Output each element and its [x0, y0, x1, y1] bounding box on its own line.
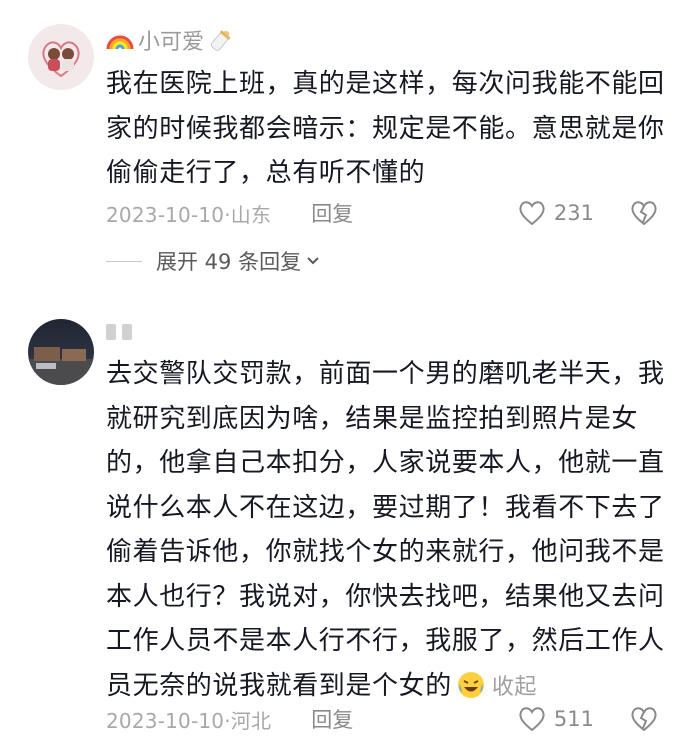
comment-text: 去交警队交罚款，前面一个男的磨叽老半天，我就研究到底因为啥，结果是监控拍到照片是…: [106, 359, 665, 701]
chevron-down-icon: [307, 257, 319, 265]
reply-button[interactable]: 回复: [311, 198, 353, 228]
comment-location: 山东: [230, 202, 272, 227]
username[interactable]: [106, 316, 132, 348]
broken-heart-icon: [631, 707, 657, 732]
baby-bottle-icon: [210, 30, 231, 51]
broken-heart-icon: [631, 201, 657, 226]
comment-date: 2023-10-10·河北: [106, 708, 272, 733]
username-placeholder: [106, 324, 116, 340]
reply-button[interactable]: 回复: [311, 704, 353, 734]
expand-replies-button[interactable]: 展开 49 条回复: [106, 246, 321, 276]
comment-meta: 2023-10-10·山东 回复 231: [106, 196, 666, 230]
dislike-button[interactable]: [630, 706, 658, 737]
like-button[interactable]: 231: [518, 200, 594, 226]
heart-icon: [519, 201, 545, 226]
comment-location: 河北: [230, 708, 272, 733]
rainbow-icon: [106, 35, 134, 50]
like-button[interactable]: 511: [518, 706, 594, 732]
dislike-button[interactable]: [630, 200, 658, 231]
avatar[interactable]: [28, 319, 94, 385]
comment-meta: 2023-10-10·河北 回复 511: [106, 702, 666, 736]
avatar[interactable]: [28, 24, 94, 90]
username-placeholder: [122, 324, 132, 340]
expand-replies-label: 展开 49 条回复: [156, 250, 302, 274]
collapse-button[interactable]: 收起: [492, 675, 537, 700]
comment-text: 我在医院上班，真的是这样，每次问我能不能回家的时候我都会暗示：规定是不能。意思就…: [106, 69, 665, 188]
like-count: 511: [553, 707, 594, 731]
crying-laughing-emoji: [457, 671, 484, 698]
username[interactable]: 小可爱: [106, 24, 236, 56]
heart-icon: [519, 707, 545, 732]
divider: [106, 260, 142, 262]
comment-date: 2023-10-10·山东: [106, 202, 272, 227]
username-label: 小可爱: [138, 30, 205, 55]
like-count: 231: [553, 201, 594, 225]
